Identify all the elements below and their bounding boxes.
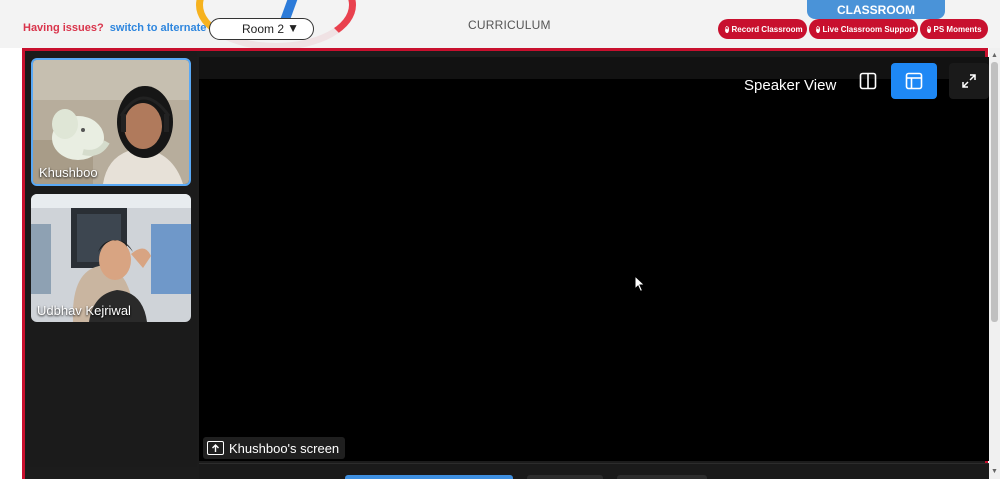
toolbar-tab[interactable]	[527, 475, 603, 479]
scroll-down-icon[interactable]: ▼	[991, 468, 998, 475]
ps-moments-button[interactable]: × PS Moments	[920, 19, 988, 39]
record-classroom-label: Record Classroom	[731, 24, 803, 34]
expand-icon	[962, 74, 976, 88]
view-mode-label: Speaker View	[744, 77, 837, 94]
screen-share-label: Khushboo's screen	[203, 437, 346, 459]
participant-name: Udbhav Kejriwal	[37, 303, 131, 318]
participant-tile[interactable]: Khushboo	[31, 58, 191, 186]
layout-icon	[905, 72, 923, 90]
bottom-toolbar	[199, 463, 991, 479]
screen-share-stage[interactable]: Speaker View Khushboo's screen	[199, 57, 991, 461]
support-icon: ×	[816, 25, 820, 33]
ps-moments-label: PS Moments	[933, 24, 982, 34]
toolbar-tab[interactable]	[617, 475, 707, 479]
split-view-icon	[859, 72, 877, 90]
fullscreen-button[interactable]	[949, 63, 989, 99]
moments-icon: ×	[927, 25, 931, 33]
speaker-layout-button[interactable]	[891, 63, 937, 99]
dropdown-arrow-icon: ▼	[287, 21, 299, 35]
live-support-label: Live Classroom Support	[822, 24, 915, 34]
participant-tile[interactable]: Udbhav Kejriwal	[31, 194, 191, 322]
screen-share-icon	[207, 441, 224, 455]
record-classroom-button[interactable]: × Record Classroom	[718, 19, 807, 39]
issue-notice: Having issues? switch to alternate room	[23, 22, 237, 34]
top-bar: Having issues? switch to alternate room …	[0, 0, 1000, 48]
screen-share-owner: Khushboo's screen	[229, 440, 340, 456]
room-select[interactable]: Room 2 ▼	[209, 18, 314, 40]
issue-question: Having issues?	[23, 22, 104, 34]
scroll-up-icon[interactable]: ▲	[991, 52, 998, 59]
classroom-frame: Khushboo Udbhav Kejriwal Speaker View Kh…	[22, 48, 991, 479]
mouse-cursor-icon	[634, 275, 646, 293]
curriculum-tab[interactable]: CURRICULUM	[468, 18, 551, 32]
participant-name: Khushboo	[39, 165, 98, 180]
scrollbar-thumb[interactable]	[991, 62, 998, 322]
side-by-side-view-button[interactable]	[845, 63, 891, 99]
room-select-value: Room 2	[242, 22, 285, 36]
classroom-tab[interactable]: CLASSROOM	[807, 0, 945, 19]
toolbar-tab-active[interactable]	[345, 475, 513, 479]
record-icon: ×	[725, 25, 729, 33]
page-scrollbar[interactable]: ▲ ▼	[989, 48, 1000, 479]
live-support-button[interactable]: × Live Classroom Support	[809, 19, 918, 39]
